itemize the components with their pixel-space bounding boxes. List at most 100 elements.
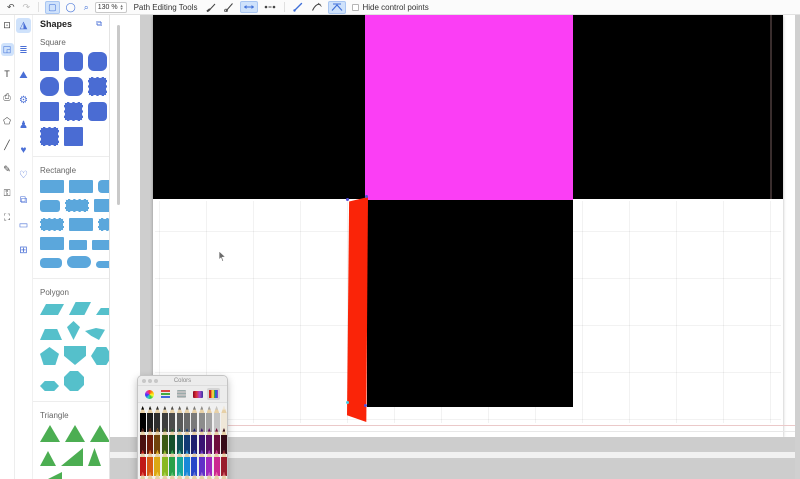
color-sliders-icon[interactable] — [159, 388, 172, 400]
shape-item-rectsm[interactable] — [40, 200, 60, 212]
shape-item-tri[interactable] — [40, 425, 60, 442]
red-shape[interactable] — [347, 197, 368, 422]
line-tool[interactable]: ╱ — [1, 139, 14, 152]
shape-item-sq[interactable] — [64, 102, 83, 121]
category-stickers[interactable]: ⧉ — [16, 193, 31, 208]
category-scenes[interactable]: ⛰ — [16, 68, 31, 83]
ellipse-select-icon[interactable]: ◯ — [64, 2, 78, 13]
redo-icon[interactable]: ↷ — [21, 2, 33, 13]
shape-item-rect[interactable] — [69, 180, 93, 193]
shape-item-wedge[interactable] — [40, 472, 62, 479]
anchor-point[interactable] — [364, 404, 367, 407]
knife-icon[interactable] — [204, 1, 218, 13]
crop-tool[interactable]: ⛶ — [1, 211, 14, 224]
split-points-icon[interactable] — [262, 2, 278, 12]
undo-icon[interactable]: ↶ — [5, 2, 17, 13]
category-shapes[interactable]: ◮ — [16, 18, 31, 33]
pencil-color-swatch[interactable] — [161, 472, 168, 479]
panel-scrollbar[interactable] — [117, 25, 120, 205]
pencil-color-swatch[interactable] — [220, 472, 227, 479]
shape-item-sqr2[interactable] — [64, 77, 83, 96]
merge-points-icon[interactable] — [240, 1, 258, 13]
shape-item-trinarrow[interactable] — [88, 448, 101, 466]
pencil-color-swatch[interactable] — [213, 472, 220, 479]
pencils-icon[interactable] — [207, 388, 220, 400]
color-wheel-icon[interactable] — [143, 388, 156, 400]
category-frames[interactable]: ⊞ — [16, 243, 31, 258]
shape-item-sqr1[interactable] — [64, 52, 83, 71]
category-gears[interactable]: ⚙ — [16, 93, 31, 108]
shape-item-sq[interactable] — [88, 77, 107, 96]
shape-item-sqr3[interactable] — [40, 77, 59, 96]
shape-item-sq[interactable] — [40, 127, 59, 146]
category-cards[interactable]: ▭ — [16, 218, 31, 233]
shape-item-rect[interactable] — [69, 218, 93, 231]
shape-item-rect[interactable] — [65, 199, 89, 212]
zoom-stepper[interactable]: 130 % ▲▼ — [95, 2, 127, 13]
shape-item-trism[interactable] — [40, 451, 56, 466]
anchor-point[interactable] — [346, 401, 349, 404]
shape-item-rectxs[interactable] — [69, 240, 87, 250]
shape-item-para[interactable] — [40, 304, 64, 315]
shape-item-sqr2[interactable] — [88, 52, 107, 71]
pencil-color-swatch[interactable] — [206, 472, 213, 479]
image-palettes-icon[interactable] — [191, 388, 204, 400]
shape-item-kite[interactable] — [67, 321, 80, 340]
anchor-point[interactable] — [346, 198, 349, 201]
shape-item-rect[interactable] — [40, 180, 64, 193]
colors-window[interactable]: Colors — [137, 375, 228, 479]
shape-item-hex[interactable] — [91, 347, 110, 365]
shape-item-oct[interactable] — [64, 371, 84, 391]
shape-item-tri[interactable] — [65, 425, 85, 442]
category-hearts-outline[interactable]: ♡ — [16, 168, 31, 183]
shape-item-pent[interactable] — [40, 347, 59, 365]
checkbox-box[interactable] — [352, 4, 359, 11]
pencil-color-swatch[interactable] — [139, 472, 146, 479]
pen-tool[interactable]: ✎ — [1, 163, 14, 176]
colors-window-titlebar[interactable]: Colors — [138, 376, 227, 386]
straight-segment-icon[interactable] — [291, 1, 305, 13]
pencil-color-swatch[interactable] — [191, 472, 198, 479]
shape-item-rect[interactable] — [40, 218, 64, 231]
pencil-color-swatch[interactable] — [198, 472, 205, 479]
magenta-rectangle[interactable] — [365, 15, 573, 200]
pencil-color-swatch[interactable] — [169, 472, 176, 479]
category-hearts-filled[interactable]: ♥ — [16, 143, 31, 158]
shape-item-dart[interactable] — [85, 328, 105, 340]
image-tool[interactable]: ⎙ — [1, 91, 14, 104]
artboard-tool[interactable]: ⊡ — [1, 19, 14, 32]
shape-item-trap[interactable] — [40, 329, 62, 340]
scissors-icon[interactable] — [222, 1, 236, 13]
shape-item-triright[interactable] — [61, 448, 83, 466]
shape-item-hexsm[interactable] — [40, 381, 59, 391]
category-stamps[interactable]: ♟ — [16, 118, 31, 133]
shape-item-rect[interactable] — [98, 218, 110, 231]
shape-item-stadium[interactable] — [67, 256, 91, 268]
marquee-select-icon[interactable]: ▢ — [45, 1, 60, 14]
shape-item-para2[interactable] — [69, 302, 91, 315]
pencil-color-swatch[interactable] — [146, 472, 153, 479]
shape-item-rect[interactable] — [40, 237, 64, 250]
shape-item-sq[interactable] — [40, 52, 59, 71]
shape-item-pill[interactable] — [40, 258, 62, 268]
shape-item-sqr1[interactable] — [88, 102, 107, 121]
shape-item-rectxs[interactable] — [92, 240, 110, 250]
shape-item-rectr[interactable] — [98, 180, 110, 193]
slice-tool[interactable]: ⚿ — [1, 187, 14, 200]
shape-item-rect[interactable] — [94, 199, 110, 212]
pencil-color-swatch[interactable] — [154, 472, 161, 479]
anchor-point[interactable] — [365, 195, 368, 198]
category-lines[interactable]: ≣ — [16, 43, 31, 58]
text-tool[interactable]: T — [1, 67, 14, 80]
shape-item-parathin[interactable] — [96, 308, 110, 315]
simplify-path-icon[interactable] — [328, 1, 346, 14]
black-rectangle[interactable] — [367, 200, 573, 407]
panel-flip-icon[interactable]: ⧉ — [96, 19, 102, 29]
color-palettes-icon[interactable] — [175, 388, 188, 400]
shape-item-tri[interactable] — [90, 425, 110, 442]
canvas-area[interactable]: Colors — [110, 15, 800, 479]
node-select-tool[interactable]: ◲ — [1, 43, 14, 56]
shape-item-sq[interactable] — [40, 102, 59, 121]
shape-item-sq[interactable] — [64, 127, 83, 146]
zoom-stepper-arrows[interactable]: ▲▼ — [120, 4, 124, 10]
